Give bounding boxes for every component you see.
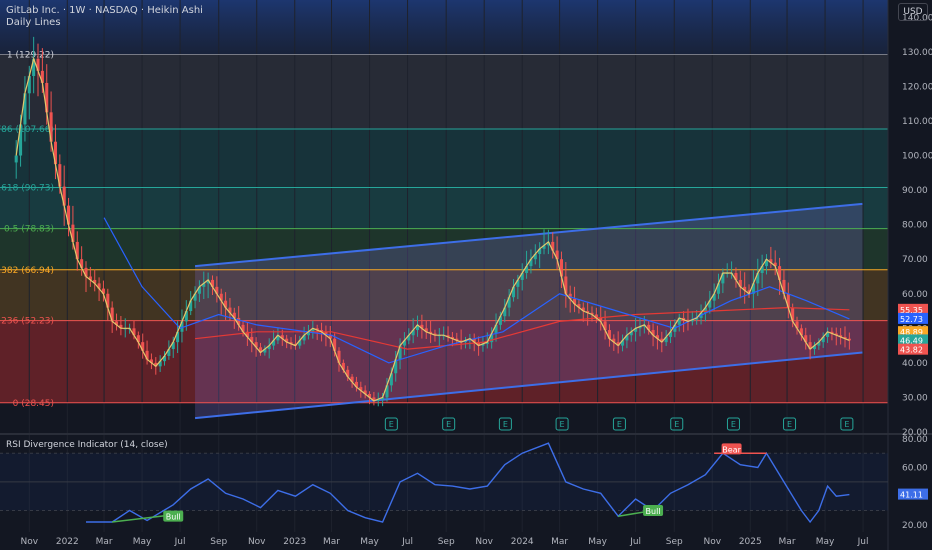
- time-axis-tick: Jul: [857, 537, 869, 547]
- time-axis-tick: Jul: [174, 537, 186, 547]
- earnings-marker-label: E: [389, 420, 394, 429]
- fib-band: [0, 129, 888, 188]
- time-axis-tick: 2025: [739, 537, 762, 547]
- fib-label: 1 (129.22): [7, 51, 54, 61]
- price-axis-tick: 80.00: [902, 221, 928, 231]
- fib-label: 0.786 (107.66): [0, 125, 54, 135]
- chart-canvas: 1 (129.22) 0.786 (107.66) 0.618 (90.73) 0.5…: [0, 0, 932, 550]
- time-axis-tick: Nov: [475, 537, 493, 547]
- earnings-marker-label: E: [503, 420, 508, 429]
- currency-button[interactable]: USD: [898, 3, 928, 21]
- time-axis-tick: Sep: [210, 537, 227, 547]
- earnings-marker-label: E: [617, 420, 622, 429]
- rsi-axis-tick: 20.00: [902, 521, 928, 531]
- price-axis-tick: 110.00: [902, 117, 932, 127]
- time-axis-tick: Jul: [401, 537, 413, 547]
- time-axis-tick: 2023: [283, 537, 306, 547]
- time-axis-tick: Mar: [779, 537, 796, 547]
- price-axis-tick: 90.00: [902, 186, 928, 196]
- price-axis-tick: 40.00: [902, 359, 928, 369]
- time-axis-tick: May: [360, 537, 379, 547]
- earnings-marker-label: E: [446, 420, 451, 429]
- time-axis-tick: May: [816, 537, 835, 547]
- rsi-title: RSI Divergence Indicator (14, close): [6, 440, 168, 450]
- time-axis-tick: May: [588, 537, 607, 547]
- price-tag: 43.82: [900, 346, 923, 355]
- time-axis-tick: Mar: [551, 537, 568, 547]
- price-axis-tick: 30.00: [902, 393, 928, 403]
- price-axis-tick: 130.00: [902, 48, 932, 58]
- rsi-annotation: Bull: [646, 507, 661, 516]
- time-axis-tick: Nov: [20, 537, 38, 547]
- earnings-marker-label: E: [560, 420, 565, 429]
- time-axis-tick: Sep: [666, 537, 683, 547]
- price-axis-tick: 60.00: [902, 290, 928, 300]
- fib-band: [0, 54, 888, 130]
- time-axis-tick: Mar: [323, 537, 340, 547]
- time-axis-tick: 2024: [511, 537, 534, 547]
- time-axis-tick: 2022: [56, 537, 79, 547]
- time-axis-tick: Mar: [96, 537, 113, 547]
- rsi-axis-tick: 60.00: [902, 464, 928, 474]
- earnings-marker-label: E: [787, 420, 792, 429]
- fib-label: 0.5 (78.83): [4, 225, 54, 235]
- rsi-annotation: Bull: [166, 513, 181, 522]
- rsi-axis-tick: 80.00: [902, 435, 928, 445]
- chart-subtitle: Daily Lines: [6, 17, 61, 28]
- time-axis-tick: Sep: [438, 537, 455, 547]
- time-axis-tick: Nov: [703, 537, 721, 547]
- time-axis-tick: May: [133, 537, 152, 547]
- price-axis-tick: 100.00: [902, 152, 932, 162]
- price-axis-tick: 70.00: [902, 255, 928, 265]
- time-axis-tick: Jul: [629, 537, 641, 547]
- symbol-title: GitLab Inc. · 1W · NASDAQ · Heikin Ashi: [6, 5, 203, 16]
- fib-label: 0.382 (66.94): [0, 266, 54, 276]
- price-axis-tick: 120.00: [902, 82, 932, 92]
- earnings-marker-label: E: [844, 420, 849, 429]
- earnings-marker-label: E: [674, 420, 679, 429]
- fib-label: 0 (28.45): [13, 399, 54, 409]
- fib-label: 0.236 (52.23): [0, 317, 54, 327]
- time-axis-tick: Nov: [248, 537, 266, 547]
- rsi-value-tag: 41.11: [900, 491, 923, 500]
- fib-label: 0.618 (90.73): [0, 184, 54, 194]
- price-tag: 52.73: [900, 315, 923, 324]
- candle-body: [14, 155, 18, 163]
- earnings-marker-label: E: [731, 420, 736, 429]
- rsi-annotation: Bear: [722, 445, 741, 454]
